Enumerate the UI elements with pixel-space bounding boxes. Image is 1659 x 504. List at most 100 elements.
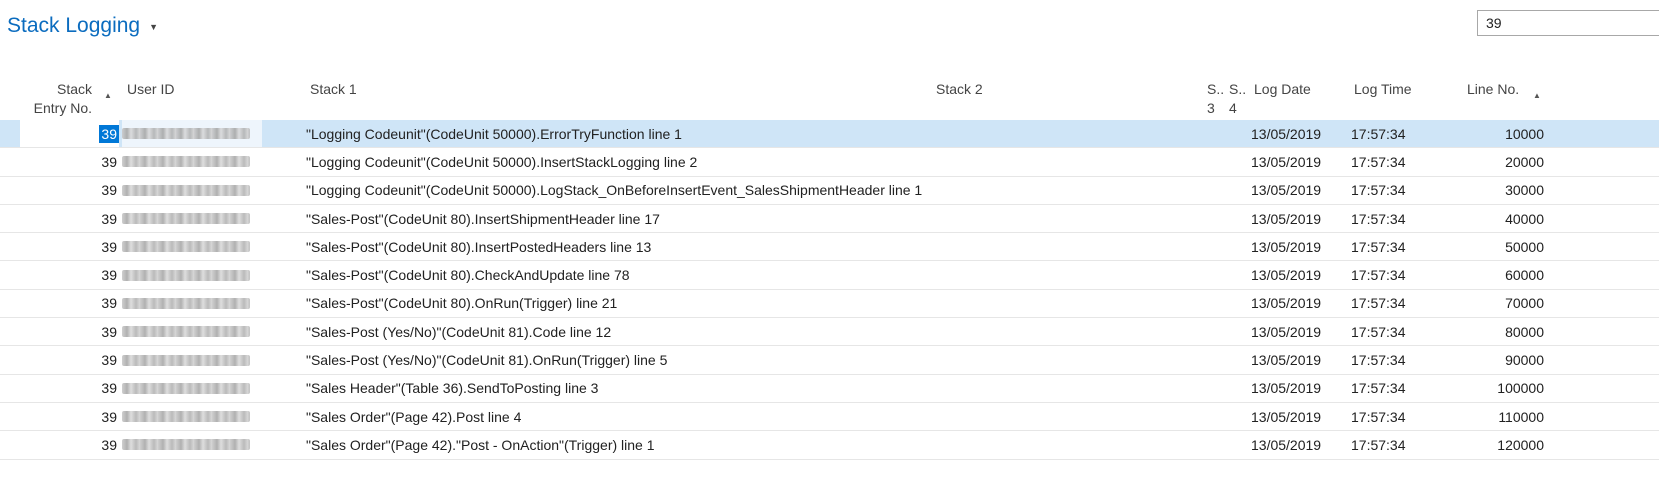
table-row[interactable]: 39 "Logging Codeunit"(CodeUnit 50000).Err…	[0, 120, 1659, 149]
cell-log-time[interactable]: 17:57:34	[1351, 290, 1406, 317]
cell-user-id[interactable]	[122, 403, 262, 430]
cell-stack-1[interactable]: "Sales-Post"(CodeUnit 80).InsertPostedHe…	[306, 233, 651, 260]
cell-user-id[interactable]	[122, 177, 262, 204]
column-header-log-time[interactable]: Log Time	[1354, 80, 1412, 99]
cell-stack-1[interactable]: "Logging Codeunit"(CodeUnit 50000).Error…	[306, 120, 682, 147]
cell-line-no[interactable]: 50000	[1440, 233, 1544, 260]
row-selector[interactable]	[0, 290, 20, 317]
table-row[interactable]: 39 "Sales-Post (Yes/No)"(CodeUnit 81).Cod…	[0, 318, 1659, 347]
cell-stack-1[interactable]: "Sales-Post (Yes/No)"(CodeUnit 81).Code …	[306, 318, 611, 345]
cell-log-time[interactable]: 17:57:34	[1351, 177, 1406, 204]
cell-log-date[interactable]: 13/05/2019	[1251, 318, 1321, 345]
column-header-user-id[interactable]: User ID	[127, 80, 174, 99]
column-header-stack-entry-no[interactable]: Stack Entry No.	[20, 80, 92, 118]
filter-input[interactable]	[1477, 10, 1659, 36]
cell-log-time[interactable]: 17:57:34	[1351, 205, 1406, 232]
table-row[interactable]: 39 "Logging Codeunit"(CodeUnit 50000).Ins…	[0, 148, 1659, 177]
cell-user-id[interactable]	[122, 261, 262, 288]
cell-log-date[interactable]: 13/05/2019	[1251, 375, 1321, 402]
cell-user-id[interactable]	[122, 375, 262, 402]
cell-stack-entry-no[interactable]: 39	[20, 177, 119, 204]
cell-line-no[interactable]: 110000	[1440, 403, 1544, 430]
cell-stack-1[interactable]: "Sales Header"(Table 36).SendToPosting l…	[306, 375, 598, 402]
cell-line-no[interactable]: 90000	[1440, 346, 1544, 373]
cell-stack-1[interactable]: "Sales-Post"(CodeUnit 80).CheckAndUpdate…	[306, 261, 630, 288]
table-row[interactable]: 39 "Sales-Post"(CodeUnit 80).InsertPosted…	[0, 233, 1659, 262]
row-selector[interactable]	[0, 261, 20, 288]
cell-log-date[interactable]: 13/05/2019	[1251, 261, 1321, 288]
cell-line-no[interactable]: 120000	[1440, 431, 1544, 458]
row-selector[interactable]	[0, 346, 20, 373]
table-row[interactable]: 39 "Sales-Post"(CodeUnit 80).OnRun(Trigge…	[0, 290, 1659, 319]
table-row[interactable]: 39 "Sales-Post (Yes/No)"(CodeUnit 81).OnR…	[0, 346, 1659, 375]
table-row[interactable]: 39 "Sales-Post"(CodeUnit 80).CheckAndUpda…	[0, 261, 1659, 290]
cell-log-date[interactable]: 13/05/2019	[1251, 148, 1321, 175]
cell-stack-entry-no[interactable]: 39	[20, 261, 119, 288]
cell-stack-entry-no[interactable]: 39	[20, 318, 119, 345]
cell-stack-entry-no[interactable]: 39	[20, 431, 119, 458]
cell-log-time[interactable]: 17:57:34	[1351, 148, 1406, 175]
cell-user-id[interactable]	[122, 431, 262, 458]
cell-log-time[interactable]: 17:57:34	[1351, 375, 1406, 402]
table-row[interactable]: 39 "Sales Order"(Page 42)."Post - OnActio…	[0, 431, 1659, 460]
cell-line-no[interactable]: 10000	[1440, 120, 1544, 147]
cell-log-time[interactable]: 17:57:34	[1351, 233, 1406, 260]
cell-stack-1[interactable]: "Sales-Post (Yes/No)"(CodeUnit 81).OnRun…	[306, 346, 667, 373]
cell-user-id[interactable]	[122, 318, 262, 345]
cell-user-id[interactable]	[122, 120, 262, 148]
sort-ascending-icon[interactable]: ▲	[104, 91, 112, 100]
cell-line-no[interactable]: 70000	[1440, 290, 1544, 317]
row-selector[interactable]	[0, 205, 20, 232]
column-header-line-no[interactable]: Line No.	[1467, 80, 1519, 99]
row-selector[interactable]	[0, 431, 20, 458]
row-selector[interactable]	[0, 233, 20, 260]
caret-down-icon[interactable]: ▼	[149, 22, 158, 32]
cell-log-date[interactable]: 13/05/2019	[1251, 346, 1321, 373]
cell-log-time[interactable]: 17:57:34	[1351, 120, 1406, 147]
cell-log-date[interactable]: 13/05/2019	[1251, 233, 1321, 260]
column-header-stack-2[interactable]: Stack 2	[936, 80, 983, 99]
cell-log-date[interactable]: 13/05/2019	[1251, 431, 1321, 458]
row-selector[interactable]	[0, 375, 20, 402]
row-selector[interactable]	[0, 318, 20, 345]
cell-line-no[interactable]: 80000	[1440, 318, 1544, 345]
cell-log-time[interactable]: 17:57:34	[1351, 431, 1406, 458]
cell-stack-1[interactable]: "Logging Codeunit"(CodeUnit 50000).LogSt…	[306, 177, 922, 204]
cell-log-date[interactable]: 13/05/2019	[1251, 177, 1321, 204]
cell-log-time[interactable]: 17:57:34	[1351, 346, 1406, 373]
table-row[interactable]: 39 "Sales-Post"(CodeUnit 80).InsertShipme…	[0, 205, 1659, 234]
row-selector[interactable]	[0, 177, 20, 204]
column-header-stack-3[interactable]: S.. 3	[1207, 80, 1224, 118]
cell-line-no[interactable]: 20000	[1440, 148, 1544, 175]
cell-log-time[interactable]: 17:57:34	[1351, 261, 1406, 288]
cell-log-time[interactable]: 17:57:34	[1351, 318, 1406, 345]
cell-stack-1[interactable]: "Sales-Post"(CodeUnit 80).OnRun(Trigger)…	[306, 290, 617, 317]
cell-line-no[interactable]: 40000	[1440, 205, 1544, 232]
cell-stack-entry-no[interactable]: 39	[20, 403, 119, 430]
cell-stack-1[interactable]: "Sales Order"(Page 42).Post line 4	[306, 403, 521, 430]
column-header-log-date[interactable]: Log Date	[1254, 80, 1311, 99]
row-selector[interactable]	[0, 148, 20, 175]
column-header-stack-1[interactable]: Stack 1	[310, 80, 357, 99]
cell-line-no[interactable]: 30000	[1440, 177, 1544, 204]
cell-user-id[interactable]	[122, 346, 262, 373]
cell-stack-1[interactable]: "Sales-Post"(CodeUnit 80).InsertShipment…	[306, 205, 660, 232]
column-header-stack-4[interactable]: S.. 4	[1229, 80, 1246, 118]
cell-line-no[interactable]: 60000	[1440, 261, 1544, 288]
cell-user-id[interactable]	[122, 205, 262, 232]
cell-stack-entry-no[interactable]: 39	[20, 346, 119, 373]
row-selector[interactable]	[0, 403, 20, 430]
row-selector[interactable]	[0, 120, 20, 147]
cell-stack-entry-no[interactable]: 39	[20, 148, 119, 175]
cell-log-date[interactable]: 13/05/2019	[1251, 290, 1321, 317]
cell-user-id[interactable]	[122, 233, 262, 260]
sort-ascending-icon[interactable]: ▲	[1533, 91, 1541, 100]
cell-log-date[interactable]: 13/05/2019	[1251, 403, 1321, 430]
cell-log-date[interactable]: 13/05/2019	[1251, 120, 1321, 147]
cell-stack-entry-no[interactable]: 39	[20, 375, 119, 402]
table-row[interactable]: 39 "Sales Header"(Table 36).SendToPosting…	[0, 375, 1659, 403]
table-row[interactable]: 39 "Sales Order"(Page 42).Post line 4 13/0…	[0, 403, 1659, 432]
cell-log-time[interactable]: 17:57:34	[1351, 403, 1406, 430]
cell-stack-entry-no[interactable]: 39	[20, 290, 119, 317]
cell-stack-1[interactable]: "Logging Codeunit"(CodeUnit 50000).Inser…	[306, 148, 697, 175]
